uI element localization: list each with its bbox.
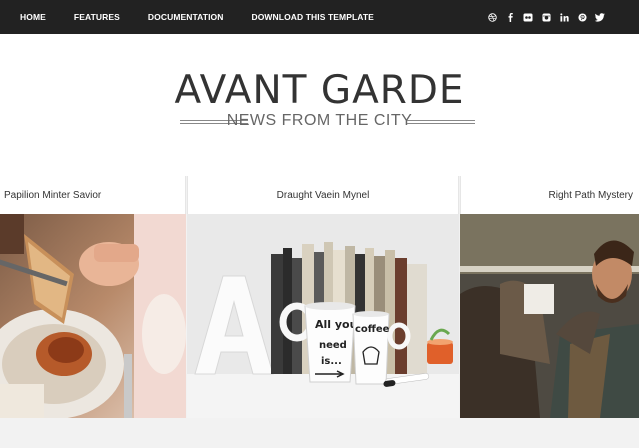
mug-text-line3: is... [321,356,342,367]
pinterest-icon[interactable] [577,12,587,22]
twitter-icon[interactable] [595,12,605,22]
mug-text-line1: All you [315,318,357,331]
flickr-icon[interactable] [523,12,533,22]
slide-caption: Draught Vaein Mynel [187,176,459,221]
instagram-icon[interactable] [541,12,551,22]
slide-image-mugs: All you need is... coffee [187,214,459,418]
top-navigation-bar: HOME FEATURES DOCUMENTATION DOWNLOAD THI… [0,0,639,34]
slide-image-food [0,214,186,418]
mug-text-coffee: coffee [355,324,390,335]
facebook-icon[interactable] [505,12,515,22]
featured-slider: Papilion Minter Savior Draught Vaein Myn… [0,176,639,418]
nav-documentation[interactable]: DOCUMENTATION [148,12,224,22]
linkedin-icon[interactable] [559,12,569,22]
slide-image-man [460,214,639,418]
slide-title[interactable]: Papilion Minter Savior [4,190,101,201]
slide-title[interactable]: Right Path Mystery [549,190,633,201]
page-footer-strip [0,418,639,448]
social-links [487,0,605,34]
slide-papilion[interactable]: Papilion Minter Savior [0,176,186,418]
tagline-wrap: NEWS FROM THE CITY [0,112,639,130]
nav-features[interactable]: FEATURES [74,12,120,22]
site-title[interactable]: AVANT GARDE [0,68,639,113]
nav-home[interactable]: HOME [20,12,46,22]
slide-caption: Right Path Mystery [460,176,639,221]
slide-right-path[interactable]: Right Path Mystery [460,176,639,418]
mug-text-line2: need [319,340,347,351]
nav-download-template[interactable]: DOWNLOAD THIS TEMPLATE [251,12,373,22]
tagline-rule-right [407,120,475,124]
site-tagline: NEWS FROM THE CITY [226,112,413,129]
dribbble-icon[interactable] [487,12,497,22]
slide-title[interactable]: Draught Vaein Mynel [277,190,370,201]
slide-caption: Papilion Minter Savior [0,176,186,221]
slide-draught[interactable]: Draught Vaein Mynel All you need is... c… [187,176,459,418]
site-header: AVANT GARDE NEWS FROM THE CITY [0,34,639,176]
main-menu: HOME FEATURES DOCUMENTATION DOWNLOAD THI… [20,0,402,34]
